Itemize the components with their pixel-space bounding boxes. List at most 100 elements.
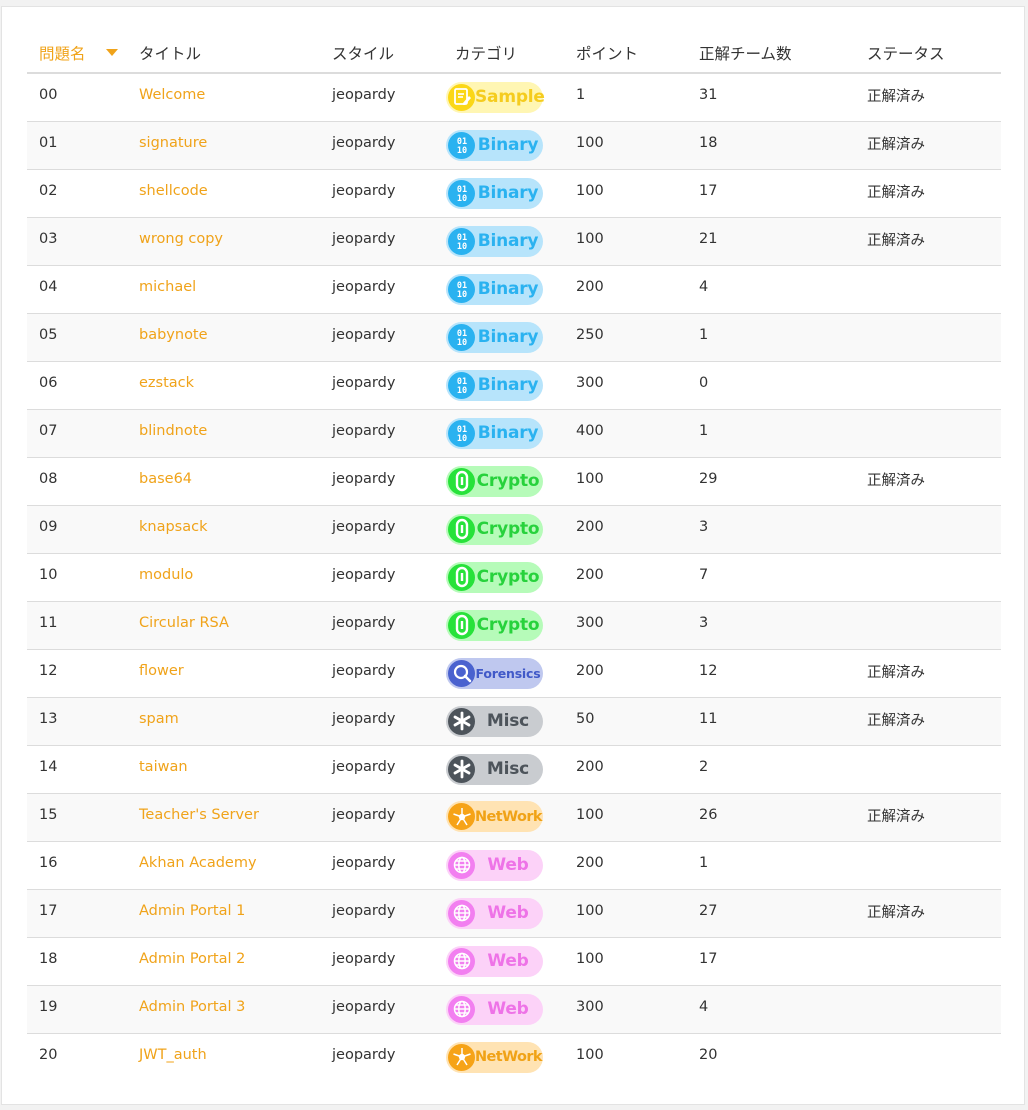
- challenge-id-text: 10: [39, 567, 58, 583]
- challenge-title-link[interactable]: taiwan: [139, 759, 188, 775]
- challenge-title-link[interactable]: base64: [139, 471, 192, 487]
- table-row[interactable]: 20 JWT_auth jeopardy NetWork 100 20: [27, 1032, 1001, 1081]
- table-row[interactable]: 13 spam jeopardy Misc 50 11 正解済み: [27, 696, 1001, 745]
- challenge-id: 10: [27, 552, 127, 601]
- challenge-title-link[interactable]: shellcode: [139, 183, 208, 199]
- challenge-title-link[interactable]: babynote: [139, 327, 208, 343]
- table-row[interactable]: 19 Admin Portal 3 jeopardy Web 300 4: [27, 984, 1001, 1033]
- challenge-style: jeopardy: [320, 168, 443, 217]
- challenge-status: [855, 600, 1001, 649]
- challenge-style: jeopardy: [320, 888, 443, 937]
- challenge-points: 200: [564, 264, 687, 313]
- challenge-category: Web: [443, 840, 564, 889]
- challenge-points-text: 100: [576, 903, 604, 919]
- table-row[interactable]: 05 babynote jeopardy 01 10 Binary 250 1: [27, 312, 1001, 361]
- challenge-title-link[interactable]: ezstack: [139, 375, 194, 391]
- network-icon: [448, 1043, 475, 1071]
- category-label: Forensics: [475, 665, 541, 681]
- challenge-title-link[interactable]: modulo: [139, 567, 193, 583]
- challenge-style: jeopardy: [320, 504, 443, 553]
- challenge-style-text: jeopardy: [332, 423, 396, 439]
- column-header-id[interactable]: 問題名: [27, 34, 127, 74]
- table-row[interactable]: 09 knapsack jeopardy Crypto 200 3: [27, 504, 1001, 553]
- challenge-points: 250: [564, 312, 687, 361]
- table-row[interactable]: 11 Circular RSA jeopardy Crypto 300 3: [27, 600, 1001, 649]
- challenge-title: michael: [127, 264, 320, 313]
- table-row[interactable]: 15 Teacher's Server jeopardy NetWork 100 26 正解…: [27, 792, 1001, 841]
- challenge-title-link[interactable]: JWT_auth: [139, 1047, 207, 1063]
- challenge-style: jeopardy: [320, 264, 443, 313]
- column-header-points[interactable]: ポイント: [564, 34, 687, 74]
- challenge-title-link[interactable]: Admin Portal 2: [139, 951, 245, 967]
- challenge-points-text: 100: [576, 183, 604, 199]
- challenge-title-link[interactable]: flower: [139, 663, 184, 679]
- table-row[interactable]: 07 blindnote jeopardy 01 10 Binary 400 1: [27, 408, 1001, 457]
- challenge-points: 100: [564, 936, 687, 985]
- column-header-status[interactable]: ステータス: [855, 34, 1001, 74]
- table-row[interactable]: 08 base64 jeopardy Crypto 100 29 正解済み: [27, 456, 1001, 505]
- binary-icon: 01 10: [448, 179, 475, 207]
- table-row[interactable]: 17 Admin Portal 1 jeopardy Web 100 27 正解済み: [27, 888, 1001, 937]
- column-header-title[interactable]: タイトル: [127, 34, 320, 74]
- challenge-title-link[interactable]: michael: [139, 279, 196, 295]
- challenge-points-text: 1: [576, 87, 586, 104]
- table-row[interactable]: 10 modulo jeopardy Crypto 200 7: [27, 552, 1001, 601]
- challenge-status: [855, 552, 1001, 601]
- challenge-style: jeopardy: [320, 312, 443, 361]
- challenge-title: wrong copy: [127, 216, 320, 265]
- challenge-title-link[interactable]: wrong copy: [139, 231, 223, 247]
- table-row[interactable]: 14 taiwan jeopardy Misc 200 2: [27, 744, 1001, 793]
- challenge-id-text: 01: [39, 135, 58, 151]
- challenge-points: 200: [564, 648, 687, 697]
- challenge-title-link[interactable]: Akhan Academy: [139, 855, 257, 871]
- challenge-title-link[interactable]: Welcome: [139, 87, 205, 103]
- challenge-title-link[interactable]: signature: [139, 135, 207, 151]
- challenge-points-text: 300: [576, 375, 604, 391]
- category-badge: Crypto: [446, 513, 543, 545]
- table-row[interactable]: 02 shellcode jeopardy 01 10 Binary 100 17 正解済み: [27, 168, 1001, 217]
- challenge-solves-text: 26: [699, 807, 718, 823]
- challenge-id: 00: [27, 73, 127, 121]
- challenge-points-text: 200: [576, 279, 604, 295]
- column-header-style[interactable]: スタイル: [320, 34, 443, 74]
- table-row[interactable]: 12 flower jeopardy Forensics 200 12 正解済み: [27, 648, 1001, 697]
- chain-icon: [448, 611, 475, 639]
- category-badge: NetWork: [446, 1041, 543, 1073]
- table-row[interactable]: 04 michael jeopardy 01 10 Binary 200 4: [27, 264, 1001, 313]
- challenge-solves-text: 3: [699, 519, 709, 535]
- challenge-solves-text: 4: [699, 999, 709, 1015]
- challenge-title-link[interactable]: knapsack: [139, 519, 208, 535]
- challenge-status: 正解済み: [855, 168, 1001, 217]
- challenge-status: 正解済み: [855, 792, 1001, 841]
- challenge-style-text: jeopardy: [332, 375, 396, 391]
- challenge-title-link[interactable]: blindnote: [139, 423, 207, 439]
- challenge-id-text: 11: [39, 615, 58, 631]
- column-header-solves[interactable]: 正解チーム数: [687, 34, 855, 74]
- table-row[interactable]: 16 Akhan Academy jeopardy Web 200 1: [27, 840, 1001, 889]
- challenge-style-text: jeopardy: [332, 807, 396, 823]
- category-badge: Web: [446, 897, 543, 929]
- challenge-title: Teacher's Server: [127, 792, 320, 841]
- table-row[interactable]: 03 wrong copy jeopardy 01 10 Binary 100 21 正解済み: [27, 216, 1001, 265]
- challenge-title-link[interactable]: Admin Portal 3: [139, 999, 245, 1015]
- table-row[interactable]: 18 Admin Portal 2 jeopardy Web 100 17: [27, 936, 1001, 985]
- challenge-category: Web: [443, 984, 564, 1033]
- challenge-style-text: jeopardy: [332, 999, 396, 1015]
- challenge-title-link[interactable]: Teacher's Server: [139, 807, 259, 823]
- challenge-title-link[interactable]: Circular RSA: [139, 615, 229, 631]
- challenge-style: jeopardy: [320, 696, 443, 745]
- challenge-title-link[interactable]: spam: [139, 711, 179, 727]
- challenge-points: 100: [564, 168, 687, 217]
- binary-icon: 01 10: [448, 227, 475, 255]
- challenge-solves: 17: [687, 168, 855, 217]
- challenge-id: 05: [27, 312, 127, 361]
- globe-icon: [448, 995, 475, 1023]
- challenge-status: 正解済み: [855, 696, 1001, 745]
- table-row[interactable]: 00 Welcome jeopardy Sample 1 31 正解済み: [27, 73, 1001, 121]
- sort-caret-icon[interactable]: [105, 49, 118, 56]
- challenge-status: 正解済み: [855, 648, 1001, 697]
- column-header-category[interactable]: カテゴリ: [443, 34, 564, 74]
- table-row[interactable]: 06 ezstack jeopardy 01 10 Binary 300 0: [27, 360, 1001, 409]
- table-row[interactable]: 01 signature jeopardy 01 10 Binary 100 18 正解済み: [27, 120, 1001, 169]
- challenge-title-link[interactable]: Admin Portal 1: [139, 903, 245, 919]
